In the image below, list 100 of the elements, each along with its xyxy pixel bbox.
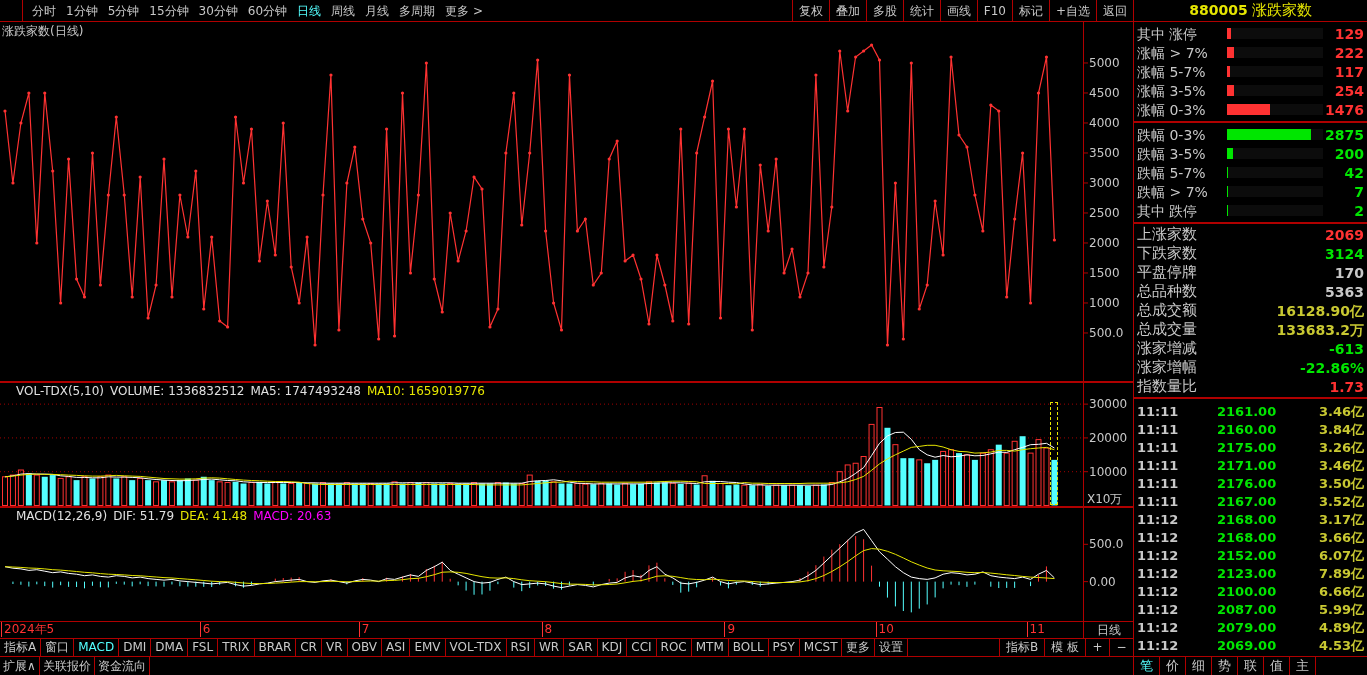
tick-price: 2175.00 — [1217, 440, 1278, 454]
side-tab[interactable]: 细 — [1186, 657, 1212, 675]
toolbar-button[interactable]: +自选 — [1048, 0, 1096, 21]
row-value: 222 — [1333, 45, 1364, 60]
side-tab[interactable]: 主 — [1290, 657, 1316, 675]
bottom-tab[interactable]: 扩展∧ — [0, 657, 40, 675]
indicator-button[interactable]: 模 板 — [1044, 639, 1085, 656]
indicator-tab[interactable]: EMV — [410, 639, 446, 656]
toolbar-button[interactable]: F10 — [976, 0, 1012, 21]
tick-amount: 7.89亿 — [1317, 566, 1364, 580]
row-value: 7 — [1353, 184, 1364, 199]
period-tab[interactable]: 多周期 — [394, 0, 441, 21]
bottom-tab[interactable]: 关联报价 — [39, 657, 95, 675]
indicator-tab[interactable]: 设置 — [875, 639, 909, 656]
indicator-tab[interactable]: TRIX — [218, 639, 255, 656]
tick-time: 11:12 — [1137, 584, 1180, 598]
period-tab[interactable]: 1分钟 — [61, 0, 103, 21]
indicator-tab[interactable]: 更多 — [842, 639, 876, 656]
index-name: 涨跌家数 — [1251, 0, 1312, 22]
indicator-tab[interactable]: VOL-TDX — [445, 639, 507, 656]
axis-label: 10000 — [1089, 464, 1128, 479]
axis-label: 500.0 — [1089, 537, 1124, 552]
indicator-value: MACD: 20.63 — [253, 509, 332, 523]
indicator-button[interactable]: − — [1109, 639, 1133, 656]
side-tab[interactable]: 笔 — [1134, 657, 1160, 675]
indicator-tab[interactable]: 窗口 — [41, 639, 75, 656]
row-value: -22.86% — [1298, 360, 1364, 375]
tick-amount: 3.84亿 — [1317, 422, 1364, 436]
side-tab[interactable]: 联 — [1238, 657, 1264, 675]
tick-price: 2160.00 — [1217, 422, 1278, 436]
row-label: 其中 跌停 — [1137, 203, 1199, 218]
axis-label: 3500 — [1089, 146, 1120, 160]
indicator-button[interactable]: + — [1085, 639, 1109, 656]
row-label: 涨幅 0-3% — [1137, 102, 1207, 117]
indicator-tab[interactable]: BRAR — [254, 639, 297, 656]
indicator-tab[interactable]: ROC — [656, 639, 692, 656]
indicator-button[interactable]: 指标B — [998, 639, 1045, 656]
toolbar-button[interactable]: 标记 — [1011, 0, 1049, 21]
indicator-tab[interactable]: FSL — [188, 639, 219, 656]
row-label: 其中 涨停 — [1137, 26, 1199, 41]
toolbar-button[interactable]: 返回 — [1096, 0, 1133, 21]
indicator-tab[interactable]: BOLL — [728, 639, 769, 656]
axis-label: 30000 — [1089, 397, 1128, 412]
indicator-tab[interactable]: PSY — [768, 639, 800, 656]
period-tab[interactable]: 5分钟 — [102, 0, 145, 21]
indicator-tab[interactable]: SAR — [564, 639, 598, 656]
row-label: 平盘停牌 — [1137, 265, 1198, 280]
indicator-tab[interactable]: KDJ — [597, 639, 628, 656]
bottom-tab[interactable]: 资金流向 — [94, 657, 150, 675]
toolbar-button[interactable]: 复权 — [791, 0, 829, 21]
indicator-tab[interactable]: CCI — [627, 639, 657, 656]
period-tab[interactable]: 日线 — [292, 0, 327, 21]
tick-price: 2123.00 — [1217, 566, 1278, 580]
toolbar-button[interactable]: 叠加 — [828, 0, 866, 21]
tick-time: 11:12 — [1137, 638, 1180, 652]
toolbar-button[interactable]: 多股 — [865, 0, 903, 21]
indicator-tab[interactable]: MCST — [799, 639, 843, 656]
tick-price: 2161.00 — [1217, 404, 1278, 418]
indicator-tab[interactable]: RSI — [506, 639, 535, 656]
indicator-tab[interactable]: ASI — [382, 639, 411, 656]
row-label: 涨家增幅 — [1137, 360, 1198, 375]
toolbar-button[interactable]: 画线 — [939, 0, 977, 21]
side-tab[interactable]: 势 — [1212, 657, 1238, 675]
indicator-tab[interactable]: VR — [321, 639, 348, 656]
row-label: 下跌家数 — [1137, 246, 1198, 261]
period-tab[interactable]: 15分钟 — [144, 0, 194, 21]
side-tab[interactable]: 价 — [1160, 657, 1186, 675]
indicator-tab[interactable]: DMI — [119, 639, 152, 656]
period-tab[interactable]: 60分钟 — [242, 0, 293, 21]
tick-amount: 6.66亿 — [1317, 584, 1364, 598]
period-tab[interactable]: 30分钟 — [193, 0, 243, 21]
indicator-tab[interactable]: 指标A — [0, 639, 42, 656]
row-value: 129 — [1333, 26, 1364, 41]
row-label: 涨家增减 — [1137, 341, 1198, 356]
row-label: 跌幅 0-3% — [1137, 127, 1207, 142]
row-value: 254 — [1333, 83, 1364, 98]
tick-price: 2176.00 — [1217, 476, 1278, 490]
period-tab[interactable]: 分时 — [27, 0, 61, 21]
period-tab[interactable]: 更多 > — [440, 0, 488, 21]
indicator-tab[interactable]: MACD — [74, 639, 120, 656]
indicator-tab[interactable]: OBV — [347, 639, 383, 656]
row-value: 200 — [1333, 146, 1364, 161]
date-label: 7 — [358, 622, 370, 637]
row-label: 跌幅 > 7% — [1137, 184, 1209, 199]
indicator-tab[interactable]: DMA — [151, 639, 189, 656]
period-tab[interactable]: 周线 — [326, 0, 361, 21]
row-label: 上涨家数 — [1137, 227, 1198, 242]
toolbar-button[interactable]: 统计 — [902, 0, 940, 21]
row-value: 5363 — [1324, 284, 1364, 299]
axis-label: 1500 — [1089, 266, 1120, 280]
axis-label: 1000 — [1089, 296, 1120, 310]
side-tab[interactable]: 值 — [1264, 657, 1290, 675]
indicator-tab[interactable]: WR — [535, 639, 565, 656]
tick-time: 11:12 — [1137, 548, 1180, 562]
tick-price: 2152.00 — [1217, 548, 1278, 562]
row-label: 涨幅 3-5% — [1137, 83, 1207, 98]
indicator-tab[interactable]: CR — [296, 639, 322, 656]
row-label: 指数量比 — [1137, 379, 1198, 394]
period-tab[interactable]: 月线 — [360, 0, 395, 21]
indicator-tab[interactable]: MTM — [691, 639, 729, 656]
